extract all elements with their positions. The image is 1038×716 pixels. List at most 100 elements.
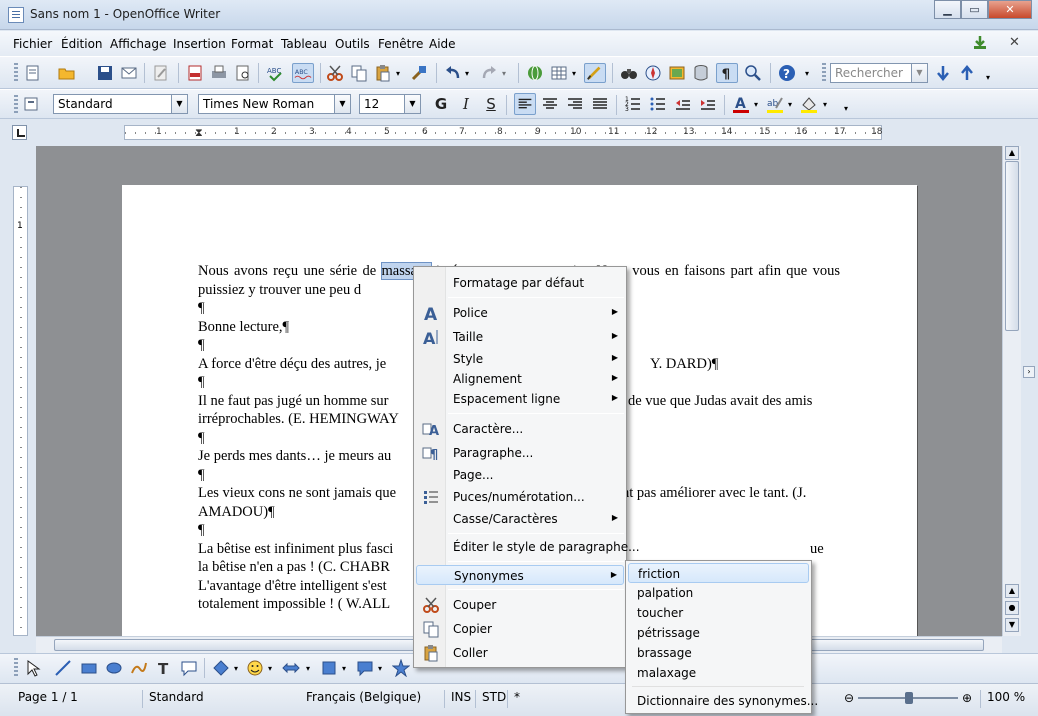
basic-shapes-dropdown-icon[interactable]: ▾ (234, 664, 238, 673)
help-dropdown-icon[interactable]: ▾ (805, 69, 809, 78)
menu-affichage[interactable]: Affichage (110, 37, 166, 51)
menu-item-default-formatting[interactable]: Formatage par défaut (416, 273, 624, 293)
toolbar-overflow-icon[interactable]: ▾ (986, 73, 990, 82)
ellipse-icon[interactable] (105, 659, 123, 677)
toolbar-grip[interactable] (14, 658, 18, 678)
flowchart-icon[interactable] (320, 659, 338, 677)
search-input[interactable]: Rechercher ▼ (830, 63, 928, 83)
vertical-scroll-thumb[interactable] (1005, 161, 1019, 331)
close-window-button[interactable]: ✕ (988, 0, 1032, 19)
synonym-item[interactable]: brassage (628, 643, 809, 663)
menu-item-synonyms[interactable]: Synonymes ▶ (416, 565, 624, 585)
menu-item-alignment[interactable]: Alignement ▶ (416, 369, 624, 389)
menu-item-paragraph[interactable]: ¶ Paragraphe... (416, 443, 624, 463)
table-icon[interactable] (550, 64, 568, 82)
align-center-icon[interactable] (539, 93, 561, 115)
synonym-item[interactable]: pétrissage (628, 623, 809, 643)
draw-functions-icon[interactable] (584, 63, 606, 83)
menu-item-style[interactable]: Style ▶ (416, 349, 624, 369)
data-sources-icon[interactable] (692, 64, 710, 82)
previous-page-icon[interactable]: ▲ (1005, 584, 1019, 598)
panel-collapse-icon[interactable]: › (1023, 366, 1035, 378)
email-icon[interactable] (120, 64, 138, 82)
menu-item-font[interactable]: A Police ▶ (416, 303, 624, 323)
block-arrows-dropdown-icon[interactable]: ▾ (306, 664, 310, 673)
rectangle-icon[interactable] (80, 659, 98, 677)
synonym-item[interactable]: palpation (628, 583, 809, 603)
hyperlink-icon[interactable] (526, 64, 544, 82)
open-folder-icon[interactable] (58, 64, 76, 82)
zoom-slider-knob[interactable] (905, 692, 913, 704)
undo-icon[interactable] (444, 64, 462, 82)
vertical-ruler[interactable]: 1 (13, 186, 28, 636)
menu-item-paste[interactable]: Coller (416, 643, 624, 663)
navigation-icon[interactable]: ● (1005, 601, 1019, 615)
toolbar-grip[interactable] (822, 63, 826, 83)
spellcheck-icon[interactable]: ABC (266, 64, 284, 82)
align-left-icon[interactable] (514, 93, 536, 115)
menu-outils[interactable]: Outils (335, 37, 370, 51)
modified-indicator[interactable]: * (507, 690, 520, 708)
synonym-item[interactable]: toucher (628, 603, 809, 623)
insert-mode-indicator[interactable]: INS (444, 690, 471, 708)
edit-file-icon[interactable] (152, 64, 170, 82)
font-color-dropdown-icon[interactable]: ▾ (754, 100, 758, 109)
paragraph-style-select[interactable]: Standard ▼ (53, 94, 188, 114)
numbering-icon[interactable]: 123 (622, 93, 644, 115)
paragraph-style-dropdown-icon[interactable]: ▼ (171, 95, 187, 113)
close-document-icon[interactable]: ✕ (1009, 35, 1020, 50)
font-size-select[interactable]: 12 ▼ (359, 94, 421, 114)
bullets-icon[interactable] (647, 93, 669, 115)
menu-tableau[interactable]: Tableau (281, 37, 327, 51)
paste-icon[interactable] (374, 64, 392, 82)
find-next-icon[interactable] (934, 64, 952, 82)
callouts-icon[interactable] (356, 659, 374, 677)
text-tool-icon[interactable]: T (155, 659, 173, 677)
print-preview-icon[interactable] (234, 64, 252, 82)
horizontal-ruler[interactable]: 1 ⧗ 1 2 3 4 5 6 7 8 9 10 11 12 13 14 15 … (124, 125, 882, 140)
stars-icon[interactable] (392, 659, 410, 677)
italic-button[interactable]: I (455, 93, 477, 115)
search-dropdown-icon[interactable]: ▼ (911, 64, 927, 82)
toolbar-grip[interactable] (14, 95, 18, 115)
flowchart-dropdown-icon[interactable]: ▾ (342, 664, 346, 673)
menu-aide[interactable]: Aide (429, 37, 456, 51)
language-indicator[interactable]: Français (Belgique) (300, 690, 421, 708)
print-icon[interactable] (210, 64, 228, 82)
select-arrow-icon[interactable] (24, 659, 42, 677)
styles-formatting-icon[interactable] (22, 95, 40, 113)
menu-fichier[interactable]: Fichier (13, 37, 52, 51)
update-download-icon[interactable] (972, 35, 988, 51)
highlighting-icon[interactable]: ab (764, 93, 786, 115)
freeform-icon[interactable] (130, 659, 148, 677)
thesaurus-item[interactable]: Dictionnaire des synonymes... (628, 691, 818, 711)
copy-icon[interactable] (350, 64, 368, 82)
selection-mode-indicator[interactable]: STD (475, 690, 506, 708)
block-arrows-icon[interactable] (282, 659, 300, 677)
callouts-dropdown-icon[interactable]: ▾ (378, 664, 382, 673)
formatting-marks-icon[interactable]: ¶ (716, 63, 738, 83)
format-paintbrush-icon[interactable] (410, 64, 428, 82)
menu-item-page[interactable]: Page... (416, 465, 624, 485)
menu-item-size[interactable]: A Taille ▶ (416, 327, 624, 347)
export-pdf-icon[interactable] (186, 64, 204, 82)
vertical-scrollbar[interactable]: ▲ ▲ ● ▼ (1002, 146, 1021, 636)
scroll-up-icon[interactable]: ▲ (1005, 146, 1019, 160)
save-icon[interactable] (96, 64, 114, 82)
gallery-icon[interactable] (668, 64, 686, 82)
autospellcheck-icon[interactable]: ABC (292, 63, 314, 83)
justify-icon[interactable] (589, 93, 611, 115)
zoom-in-icon[interactable]: ⊕ (962, 691, 972, 705)
symbol-shapes-icon[interactable] (246, 659, 264, 677)
paste-dropdown-icon[interactable]: ▾ (396, 69, 400, 78)
align-right-icon[interactable] (564, 93, 586, 115)
basic-shapes-icon[interactable] (212, 659, 230, 677)
synonym-item[interactable]: friction (628, 563, 809, 583)
menu-insertion[interactable]: Insertion (173, 37, 226, 51)
page-indicator[interactable]: Page 1 / 1 (12, 690, 78, 708)
table-dropdown-icon[interactable]: ▾ (572, 69, 576, 78)
cut-icon[interactable] (326, 64, 344, 82)
font-name-select[interactable]: Times New Roman ▼ (198, 94, 351, 114)
menu-format[interactable]: Format (231, 37, 273, 51)
line-icon[interactable] (54, 659, 72, 677)
